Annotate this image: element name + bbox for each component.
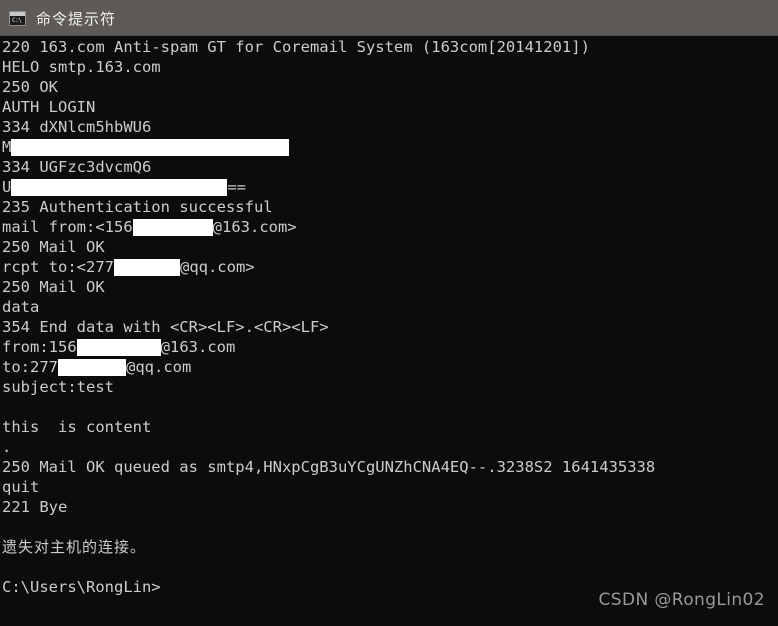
window-title: 命令提示符 — [36, 9, 117, 28]
console-line: this is content — [2, 418, 152, 436]
command-prompt-window: C:\ 命令提示符 220 163.com Anti-spam GT for C… — [0, 0, 778, 626]
console-line: M — [2, 137, 776, 157]
console-line: subject:test — [2, 378, 114, 396]
console-icon: C:\ — [9, 10, 26, 26]
console-line-prefix: rcpt to:<277 — [2, 258, 114, 276]
console-line: to:277 @qq.com — [2, 357, 776, 377]
console-line: rcpt to:<277 @qq.com> — [2, 257, 776, 277]
console-line: 遗失对主机的连接。 — [2, 538, 147, 556]
console-line: 250 Mail OK — [2, 238, 105, 256]
console-line-prefix: from:156 — [2, 338, 77, 356]
console-icon-prompt-text: C:\ — [12, 16, 22, 24]
console-icon-titlebar-stripe — [10, 11, 25, 16]
console-line-suffix: @163.com> — [212, 218, 297, 236]
console-line-suffix: @qq.com — [126, 358, 192, 376]
console-line: quit — [2, 478, 40, 496]
redaction-bar — [58, 359, 126, 376]
console-line: 334 dXNlcm5hbWU6 — [2, 118, 152, 136]
console-line-prefix: to:277 — [2, 358, 58, 376]
console-line: U == — [2, 177, 776, 197]
console-line: HELO smtp.163.com — [2, 58, 161, 76]
console-line: 221 Bye — [2, 498, 68, 516]
console-line: 250 OK — [2, 78, 58, 96]
console-output-area[interactable]: 220 163.com Anti-spam GT for Coremail Sy… — [0, 36, 778, 626]
console-line: 220 163.com Anti-spam GT for Coremail Sy… — [2, 38, 590, 56]
console-line-suffix: @qq.com> — [179, 258, 255, 276]
redaction-bar — [76, 339, 161, 356]
redaction-bar — [113, 259, 180, 276]
console-line: data — [2, 298, 40, 316]
console-line: . — [2, 438, 12, 456]
redaction-bar — [11, 139, 290, 156]
console-line-suffix: == — [227, 178, 247, 196]
redaction-bar — [132, 219, 213, 236]
console-line: 235 Authentication successful — [2, 198, 273, 216]
console-line: 354 End data with <CR><LF>.<CR><LF> — [2, 318, 329, 336]
console-line-suffix: @163.com — [160, 338, 236, 356]
console-lines: 220 163.com Anti-spam GT for Coremail Sy… — [2, 37, 776, 597]
console-line: 334 UGFzc3dvcmQ6 — [2, 158, 152, 176]
redaction-bar — [11, 179, 228, 196]
title-bar[interactable]: C:\ 命令提示符 — [0, 0, 778, 36]
console-line: mail from:<156 @163.com> — [2, 217, 776, 237]
console-line: 250 Mail OK — [2, 278, 105, 296]
console-line-prefix: M — [2, 138, 12, 156]
console-line-prefix: U — [2, 178, 12, 196]
console-line: AUTH LOGIN — [2, 98, 96, 116]
console-line-prefix: mail from:<156 — [2, 218, 133, 236]
csdn-watermark: CSDN @RongLin02 — [598, 590, 765, 610]
console-line: from:156 @163.com — [2, 337, 776, 357]
console-line: 250 Mail OK queued as smtp4,HNxpCgB3uYCg… — [2, 458, 656, 476]
